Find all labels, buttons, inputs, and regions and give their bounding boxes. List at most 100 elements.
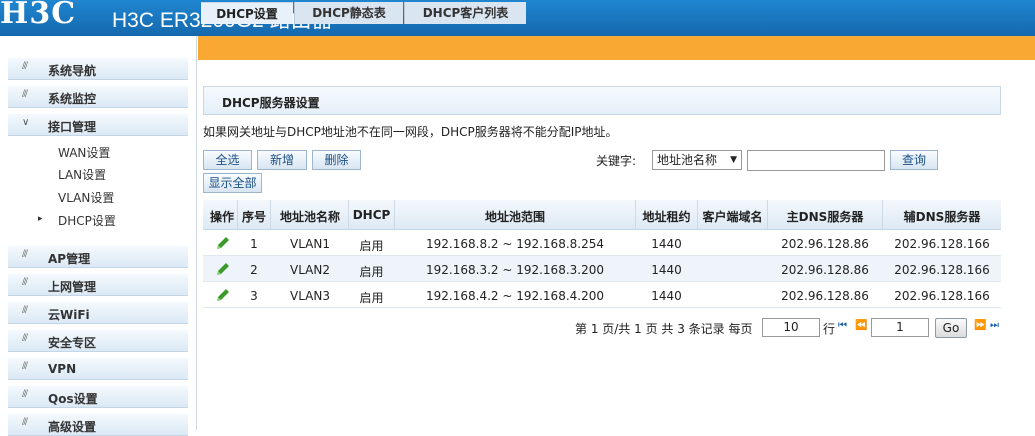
keyword-select[interactable]: 地址池名称 ▼ <box>652 150 742 170</box>
sidebar-subitem-dhcp[interactable]: DHCP设置 <box>58 212 116 229</box>
show-all-button[interactable]: 显示全部 <box>203 173 262 193</box>
sidebar-item-interface-mgmt[interactable]: ∨ 接口管理 <box>8 114 188 136</box>
sidebar-item-label: 系统监控 <box>48 92 97 106</box>
edit-icon[interactable] <box>215 235 231 251</box>
next-page-icon[interactable]: ⏩ <box>974 320 986 331</box>
expand-icon: ⫻ <box>22 417 28 428</box>
add-button[interactable]: 新增 <box>257 150 307 170</box>
page-number-input[interactable]: 1 <box>871 318 929 337</box>
last-page-icon[interactable]: ⏭ <box>990 320 999 331</box>
column-header-lease: 地址租约 <box>642 210 691 224</box>
per-page-input[interactable]: 10 <box>762 318 820 337</box>
cell-dns1: 202.96.128.86 <box>781 289 869 303</box>
sidebar-item-advanced[interactable]: ⫻ 高级设置 <box>8 414 188 436</box>
expand-icon: ⫻ <box>22 361 28 372</box>
chevron-down-icon: ▼ <box>730 155 737 165</box>
first-page-icon[interactable]: ⏮ <box>838 320 847 331</box>
rows-label: 行 <box>823 322 836 336</box>
cell-pool-name: VLAN2 <box>290 263 330 277</box>
column-header-dns1: 主DNS服务器 <box>786 210 864 224</box>
cell-dns2: 202.96.128.166 <box>894 237 990 251</box>
collapse-icon: ∨ <box>22 117 30 128</box>
tab-dhcp-static[interactable]: DHCP静态表 <box>294 2 403 24</box>
sidebar-item-label: 云WiFi <box>48 308 90 322</box>
cell-range: 192.168.8.2 ~ 192.168.8.254 <box>426 237 604 251</box>
cell-lease: 1440 <box>651 289 682 303</box>
table-row: 3 VLAN3 启用 192.168.4.2 ~ 192.168.4.200 1… <box>203 282 1001 308</box>
sidebar-item-qos[interactable]: ⫻ Qos设置 <box>8 386 188 408</box>
notice-text: 如果网关地址与DHCP地址池不在同一网段，DHCP服务器将不能分配IP地址。 <box>203 125 618 139</box>
sidebar-item-label: 接口管理 <box>48 120 97 134</box>
sidebar-item-label: VPN <box>48 362 77 376</box>
sidebar-item-ap-mgmt[interactable]: ⫻ AP管理 <box>8 246 188 268</box>
sidebar-subitem-lan[interactable]: LAN设置 <box>58 166 106 183</box>
brand-logo: H3C <box>0 0 77 31</box>
delete-button[interactable]: 删除 <box>312 150 361 170</box>
sidebar-item-label: 上网管理 <box>48 280 97 294</box>
sidebar-subitem-wan[interactable]: WAN设置 <box>58 144 110 161</box>
column-header-dns2: 辅DNS服务器 <box>903 210 981 224</box>
cell-lease: 1440 <box>651 263 682 277</box>
cell-dns2: 202.96.128.166 <box>894 263 990 277</box>
cell-lease: 1440 <box>651 237 682 251</box>
keyword-label: 关键字: <box>596 154 637 168</box>
cell-dhcp: 启用 <box>359 239 384 253</box>
table-header: 操作 序号 地址池名称 DHCP 地址池范围 地址租约 客户端域名 主DNS服务… <box>203 200 1001 230</box>
tab-dhcp-settings[interactable]: DHCP设置 <box>201 2 293 24</box>
edit-icon[interactable] <box>215 287 231 303</box>
sidebar-subitem-vlan[interactable]: VLAN设置 <box>58 189 114 206</box>
column-header-index: 序号 <box>241 210 266 224</box>
cell-pool-name: VLAN1 <box>290 237 330 251</box>
expand-icon: ⫻ <box>22 305 28 316</box>
table-row: 1 VLAN1 启用 192.168.8.2 ~ 192.168.8.254 1… <box>203 230 1001 256</box>
column-divider <box>270 200 271 230</box>
sidebar-item-security[interactable]: ⫻ 安全专区 <box>8 330 188 352</box>
sidebar-item-label: 高级设置 <box>48 420 97 434</box>
expand-icon: ⫻ <box>22 89 28 100</box>
search-input[interactable] <box>747 150 885 171</box>
cell-pool-name: VLAN3 <box>290 289 330 303</box>
cell-dhcp: 启用 <box>359 265 384 279</box>
sidebar-item-system-monitor[interactable]: ⫻ 系统监控 <box>8 86 188 108</box>
sidebar-item-vpn[interactable]: ⫻ VPN <box>8 358 188 380</box>
keyword-select-value: 地址池名称 <box>657 153 718 167</box>
sidebar-item-cloud-wifi[interactable]: ⫻ 云WiFi <box>8 302 188 324</box>
select-all-button[interactable]: 全选 <box>203 150 252 170</box>
active-pointer-icon: ▸ <box>38 214 43 224</box>
cell-range: 192.168.4.2 ~ 192.168.4.200 <box>426 289 604 303</box>
table-row: 2 VLAN2 启用 192.168.3.2 ~ 192.168.3.200 1… <box>203 256 1001 282</box>
expand-icon: ⫻ <box>22 389 28 400</box>
expand-icon: ⫻ <box>22 249 28 260</box>
expand-icon: ⫻ <box>22 333 28 344</box>
cell-index: 2 <box>250 263 258 277</box>
pager-summary: 第 1 页/共 1 页 共 3 条记录 每页 <box>575 322 753 336</box>
column-header-client-domain: 客户端域名 <box>702 210 763 224</box>
cell-dns1: 202.96.128.86 <box>781 237 869 251</box>
query-button[interactable]: 查询 <box>890 150 938 170</box>
sidebar-item-label: AP管理 <box>48 252 91 266</box>
cell-index: 3 <box>250 289 258 303</box>
go-button[interactable]: Go <box>935 318 967 338</box>
column-divider <box>237 200 238 230</box>
cell-range: 192.168.3.2 ~ 192.168.3.200 <box>426 263 604 277</box>
column-header-action: 操作 <box>209 210 234 224</box>
column-header-pool-name: 地址池名称 <box>279 210 340 224</box>
panel-title: DHCP服务器设置 <box>222 96 320 110</box>
tab-dhcp-clients[interactable]: DHCP客户列表 <box>404 2 526 24</box>
expand-icon: ⫻ <box>22 277 28 288</box>
edit-icon[interactable] <box>215 261 231 277</box>
column-header-dhcp: DHCP <box>352 208 391 222</box>
sidebar-item-label: 系统导航 <box>48 64 97 78</box>
prev-page-icon[interactable]: ⏪ <box>855 320 867 331</box>
sidebar-item-label: Qos设置 <box>48 392 98 406</box>
sidebar-item-system-nav[interactable]: ⫻ 系统导航 <box>8 58 188 80</box>
sidebar-item-internet-mgmt[interactable]: ⫻ 上网管理 <box>8 274 188 296</box>
sidebar: ⫻ 系统导航 ⫻ 系统监控 ∨ 接口管理 WAN设置 LAN设置 VLAN设置 … <box>0 36 197 436</box>
sidebar-item-label: 安全专区 <box>48 336 97 350</box>
tab-bar <box>198 36 1035 60</box>
panel-header: DHCP服务器设置 <box>203 86 1001 115</box>
cell-dns2: 202.96.128.166 <box>894 289 990 303</box>
cell-dhcp: 启用 <box>359 291 384 305</box>
expand-icon: ⫻ <box>22 61 28 72</box>
cell-index: 1 <box>250 237 258 251</box>
